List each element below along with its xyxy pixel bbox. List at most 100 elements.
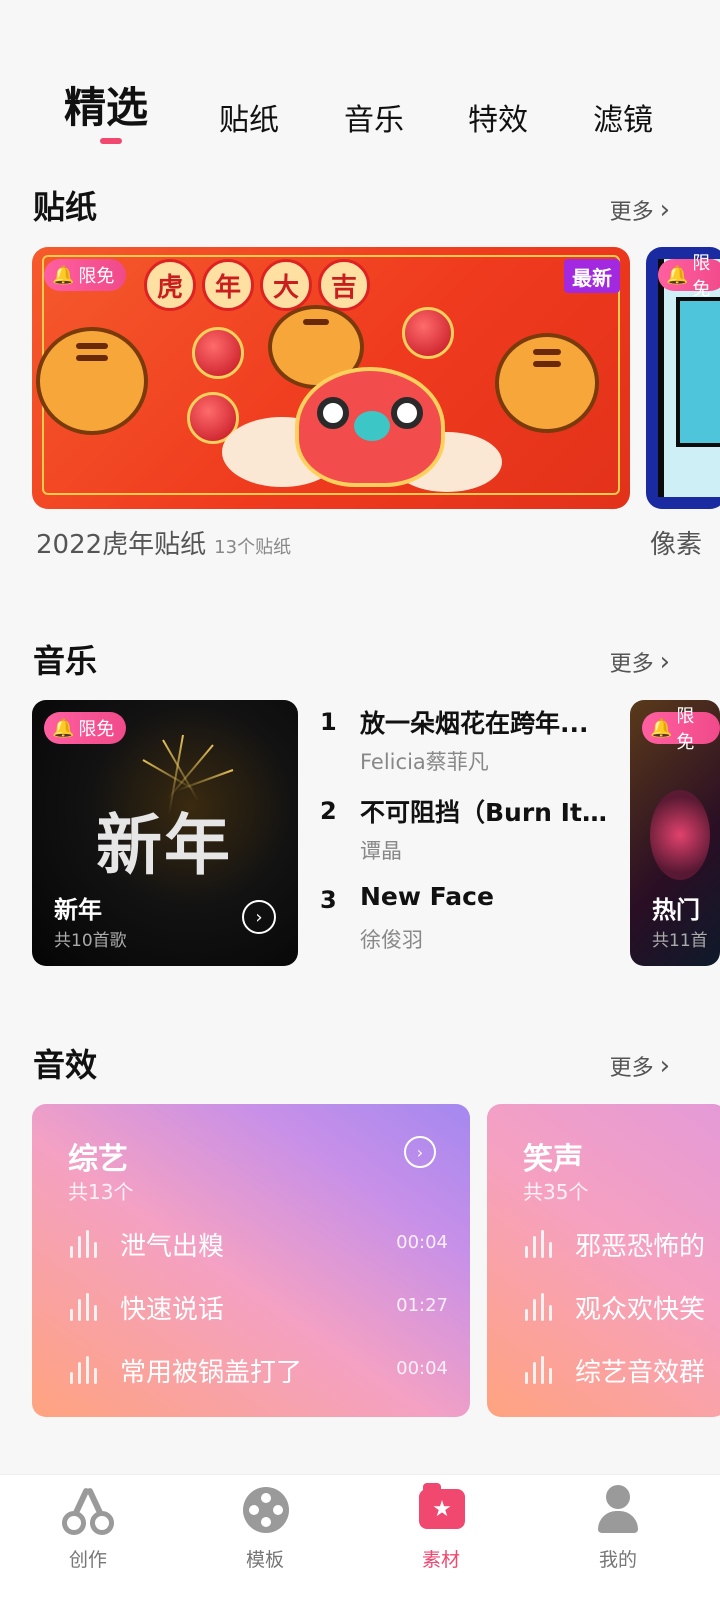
free-badge-label: 限免 xyxy=(676,706,695,753)
song-rank: 3 xyxy=(320,886,337,914)
lantern-illustration xyxy=(192,327,244,379)
nav-label: 素材 xyxy=(421,1549,460,1571)
sticker-pack-card[interactable]: 🔔 限免 xyxy=(646,247,720,509)
album-count: 共11首 xyxy=(652,931,708,951)
tab-music[interactable]: 音乐 xyxy=(344,95,404,139)
sfx-item[interactable]: 邪恶恐怖的 xyxy=(525,1224,705,1264)
music-album-card[interactable]: 🔔 限免 热门 共11首 xyxy=(630,700,720,966)
more-label: 更多 xyxy=(609,1056,654,1081)
tab-filters[interactable]: 滤镜 xyxy=(593,95,653,139)
free-badge: 🔔 限免 xyxy=(658,253,720,300)
tiger-illustration xyxy=(36,327,148,435)
nav-profile[interactable]: 我的 xyxy=(558,1483,678,1572)
scissors-icon xyxy=(60,1483,116,1539)
bell-icon: 🔔 xyxy=(650,717,673,739)
sfx-name: 综艺音效群 xyxy=(575,1358,706,1388)
song-artist: Felicia蔡菲凡 xyxy=(360,750,489,774)
song-rank: 1 xyxy=(320,708,337,736)
nav-templates[interactable]: 模板 xyxy=(205,1483,325,1572)
sfx-item[interactable]: 观众欢快笑 xyxy=(525,1287,705,1327)
play-icon[interactable]: › xyxy=(404,1136,436,1168)
sfx-item[interactable]: 泄气出糗 00:04 xyxy=(70,1224,448,1264)
sticker-pack-name: 像素 xyxy=(650,530,703,560)
song-title: New Face xyxy=(360,882,494,911)
stickers-more-link[interactable]: 更多 › xyxy=(610,194,670,226)
chevron-right-icon: › xyxy=(659,195,670,225)
sound-effect-category-card[interactable]: 笑声 共35个 邪恶恐怖的 观众欢快笑 综艺音效群 xyxy=(487,1104,720,1417)
bell-icon: 🔔 xyxy=(666,264,689,286)
music-album-card[interactable]: 新年 🔔 限免 新年 共10首歌 › xyxy=(32,700,298,966)
stickers-section-title: 贴纸 xyxy=(33,188,98,226)
album-cover-art xyxy=(650,790,710,880)
song-title: 不可阻挡（Burn It ... xyxy=(360,798,610,827)
album-title: 新年 xyxy=(54,896,102,924)
sound-effect-category-card[interactable]: 综艺 共13个 › 泄气出糗 00:04 快速说话 01:27 常用被锅盖打了 … xyxy=(32,1104,470,1417)
sfx-duration: 01:27 xyxy=(396,1295,448,1316)
free-badge-label: 限免 xyxy=(692,253,711,300)
waveform-icon xyxy=(525,1356,559,1384)
sfx-item[interactable]: 快速说话 01:27 xyxy=(70,1287,448,1327)
tab-stickers[interactable]: 贴纸 xyxy=(219,95,279,139)
waveform-icon xyxy=(525,1293,559,1321)
song-title: 放一朵烟花在跨年... xyxy=(360,709,589,738)
sticker-pack-caption: 2022虎年贴纸 13个贴纸 xyxy=(36,524,291,561)
album-count: 共10首歌 xyxy=(54,931,127,951)
waveform-icon xyxy=(525,1230,559,1258)
more-label: 更多 xyxy=(609,200,654,225)
bell-icon: 🔔 xyxy=(52,717,75,739)
tiger-illustration xyxy=(495,333,599,433)
sfx-item[interactable]: 综艺音效群 xyxy=(525,1350,705,1390)
lantern-illustration xyxy=(402,307,454,359)
play-icon[interactable]: › xyxy=(242,900,276,934)
sfx-category-count: 共13个 xyxy=(68,1180,134,1204)
tab-featured[interactable]: 精选 xyxy=(64,74,148,135)
sfx-duration: 00:04 xyxy=(396,1358,448,1379)
nav-create[interactable]: 创作 xyxy=(28,1483,148,1572)
nav-label: 创作 xyxy=(68,1549,107,1571)
sound-effects-more-link[interactable]: 更多 › xyxy=(610,1050,670,1082)
sticker-pack-card[interactable]: 虎 年 大 吉 🔔 限免 最新 xyxy=(32,247,630,509)
free-badge: 🔔 限免 xyxy=(44,712,127,744)
sfx-name: 观众欢快笑 xyxy=(575,1295,706,1325)
new-badge: 最新 xyxy=(564,259,620,293)
free-badge: 🔔 限免 xyxy=(44,259,127,291)
sfx-name: 快速说话 xyxy=(120,1295,225,1325)
bell-icon: 🔔 xyxy=(52,264,75,286)
sfx-item[interactable]: 常用被锅盖打了 00:04 xyxy=(70,1350,448,1390)
sfx-category-name: 综艺 xyxy=(68,1142,128,1177)
top-tab-bar: 精选 贴纸 音乐 特效 滤镜 xyxy=(0,60,720,160)
sticker-pack-name: 2022虎年贴纸 xyxy=(36,530,207,560)
material-folder-icon: ★ xyxy=(413,1483,469,1539)
art-char: 大 xyxy=(260,259,312,311)
song-rank: 2 xyxy=(320,797,337,825)
waveform-icon xyxy=(70,1293,104,1321)
chevron-right-icon: › xyxy=(659,1051,670,1081)
art-char: 吉 xyxy=(318,259,370,311)
waveform-icon xyxy=(70,1356,104,1384)
sfx-name: 邪恶恐怖的 xyxy=(575,1232,706,1262)
music-section-title: 音乐 xyxy=(33,642,98,680)
nav-materials[interactable]: ★ 素材 xyxy=(381,1483,501,1572)
lion-dance-illustration xyxy=(295,367,445,487)
song-artist: 谭晶 xyxy=(360,839,402,863)
free-badge: 🔔 限免 xyxy=(642,706,720,753)
art-char: 虎 xyxy=(144,259,196,311)
nav-label: 模板 xyxy=(245,1549,284,1571)
free-badge-label: 限免 xyxy=(78,266,115,287)
free-badge-label: 限免 xyxy=(78,719,115,740)
more-label: 更多 xyxy=(609,652,654,677)
chevron-right-icon: › xyxy=(659,647,670,677)
music-more-link[interactable]: 更多 › xyxy=(610,646,670,678)
sfx-name: 泄气出糗 xyxy=(120,1232,225,1262)
tab-effects[interactable]: 特效 xyxy=(468,95,528,139)
sfx-name: 常用被锅盖打了 xyxy=(120,1358,303,1388)
waveform-icon xyxy=(70,1230,104,1258)
sound-effects-section-title: 音效 xyxy=(33,1046,98,1084)
sfx-category-count: 共35个 xyxy=(523,1180,589,1204)
pixel-art-illustration xyxy=(676,297,720,447)
user-icon xyxy=(590,1483,646,1539)
film-reel-icon xyxy=(237,1483,293,1539)
sfx-duration: 00:04 xyxy=(396,1232,448,1253)
art-char: 年 xyxy=(202,259,254,311)
nav-label: 我的 xyxy=(598,1549,637,1571)
